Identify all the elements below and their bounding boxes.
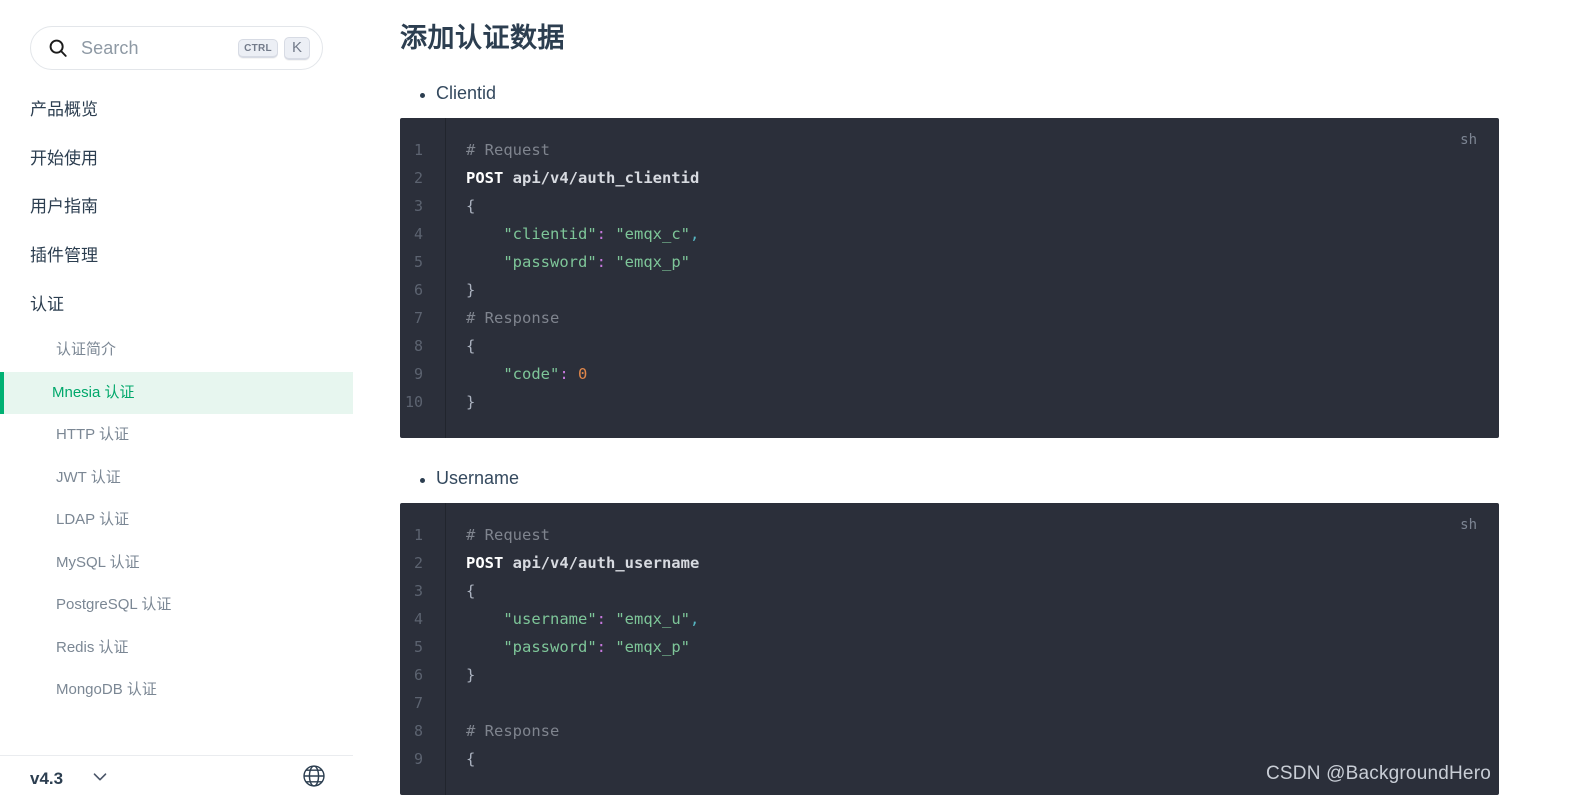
code-line: 10} — [400, 388, 1499, 416]
kbd-ctrl: CTRL — [238, 38, 278, 58]
code-line-content: { — [466, 197, 476, 215]
code-line-content: # Response — [466, 309, 560, 327]
search-placeholder-label: Search — [81, 37, 139, 58]
sidebar-item-authentication[interactable]: 认证 — [0, 281, 353, 330]
section-bullet-username: Username — [400, 468, 1570, 489]
line-number: 5 — [413, 253, 423, 271]
search-input[interactable]: Search CTRL K — [30, 26, 323, 70]
documentation-page: Search CTRL K 产品概览 开始使用 用户指南 插件管理 认证 认证简… — [0, 0, 1570, 801]
code-line: 6} — [400, 276, 1499, 304]
line-number: 8 — [413, 722, 423, 740]
code-line-content: "code": 0 — [503, 365, 588, 383]
line-number: 7 — [413, 309, 423, 327]
sidebar-footer: v4.3 — [0, 755, 353, 801]
sidebar-subitem-http-auth[interactable]: HTTP 认证 — [0, 414, 353, 457]
code-line: 1 # Request — [400, 521, 1499, 549]
code-line-content: POST api/v4/auth_clientid — [466, 169, 700, 187]
code-line-content: "password": "emqx_p" — [503, 638, 690, 656]
code-line-content: { — [466, 582, 476, 600]
sidebar-subitem-auth-intro[interactable]: 认证简介 — [0, 329, 353, 372]
line-number: 9 — [413, 750, 423, 768]
line-number: 3 — [413, 197, 423, 215]
code-line: 3{ — [400, 192, 1499, 220]
code-line: 7 # Response — [400, 304, 1499, 332]
line-number: 4 — [413, 225, 423, 243]
gutter-divider — [445, 503, 446, 795]
code-line: 3{ — [400, 577, 1499, 605]
code-line-content: # Request — [466, 526, 550, 544]
code-lines: 1 # Request 2 POST api/v4/auth_clientid 3{4 … — [400, 136, 1499, 416]
code-line-content: # Response — [466, 722, 560, 740]
code-line: 4 "username": "emqx_u", — [400, 605, 1499, 633]
line-number: 1 — [413, 141, 423, 159]
article-body: 添加认证数据 Clientid sh 1 # Request 2 POST api/v… — [353, 0, 1570, 795]
line-number: 5 — [413, 638, 423, 656]
code-line-content: } — [466, 281, 476, 299]
code-line: 5 "password": "emqx_p" — [400, 248, 1499, 276]
sidebar-subitem-mnesia-auth[interactable]: Mnesia 认证 — [0, 371, 353, 415]
sidebar-item-getting-started[interactable]: 开始使用 — [0, 135, 353, 184]
sidebar-item-plugin-management[interactable]: 插件管理 — [0, 232, 353, 281]
line-number: 3 — [413, 582, 423, 600]
kbd-k: K — [283, 36, 310, 60]
line-number: 7 — [413, 694, 423, 712]
sidebar-subitem-mongodb-auth[interactable]: MongoDB 认证 — [0, 669, 353, 712]
line-number: 2 — [413, 554, 423, 572]
line-number: 6 — [413, 281, 423, 299]
sidebar: Search CTRL K 产品概览 开始使用 用户指南 插件管理 认证 认证简… — [0, 0, 375, 801]
code-line: 8 # Response — [400, 717, 1499, 745]
code-line: 4 "clientid": "emqx_c", — [400, 220, 1499, 248]
code-lines: 1 # Request 2 POST api/v4/auth_username 3{4 … — [400, 521, 1499, 773]
code-language-label: sh — [1460, 132, 1477, 148]
code-line: 2 POST api/v4/auth_clientid — [400, 164, 1499, 192]
search-icon — [47, 37, 69, 59]
line-number: 6 — [413, 666, 423, 684]
code-line: 6} — [400, 661, 1499, 689]
sidebar-nav: 产品概览 开始使用 用户指南 插件管理 认证 认证简介 Mnesia 认证 HT… — [0, 70, 353, 722]
code-line-content: "password": "emqx_p" — [503, 253, 690, 271]
code-language-label: sh — [1460, 517, 1477, 533]
search-shortcut: CTRL K — [238, 36, 310, 60]
sidebar-subitem-jwt-auth[interactable]: JWT 认证 — [0, 457, 353, 500]
code-line-content: { — [466, 337, 476, 355]
code-line: 9 "code": 0 — [400, 360, 1499, 388]
line-number: 2 — [413, 169, 423, 187]
code-line-content: POST api/v4/auth_username — [466, 554, 700, 572]
code-line-content: "clientid": "emqx_c", — [503, 225, 700, 243]
sidebar-item-product-overview[interactable]: 产品概览 — [0, 86, 353, 135]
code-line: 8{ — [400, 332, 1499, 360]
code-line-content: "username": "emqx_u", — [503, 610, 700, 628]
code-line-content: } — [466, 393, 476, 411]
line-number: 4 — [413, 610, 423, 628]
globe-icon[interactable] — [301, 763, 327, 794]
sections-list: Clientid sh 1 # Request 2 POST api/v4/auth_… — [400, 83, 1570, 795]
code-line-content: } — [466, 666, 476, 684]
line-number: 1 — [413, 526, 423, 544]
line-number: 10 — [404, 393, 423, 411]
sidebar-subitem-mysql-auth[interactable]: MySQL 认证 — [0, 542, 353, 585]
sidebar-scroll-area[interactable]: Search CTRL K 产品概览 开始使用 用户指南 插件管理 认证 认证简… — [0, 0, 353, 755]
page-title: 添加认证数据 — [400, 23, 565, 53]
section-bullet-clientid: Clientid — [400, 83, 1570, 104]
sidebar-subitem-ldap-auth[interactable]: LDAP 认证 — [0, 499, 353, 542]
main-content: 添加认证数据 Clientid sh 1 # Request 2 POST api/v… — [353, 0, 1570, 801]
line-number: 8 — [413, 337, 423, 355]
line-number: 9 — [413, 365, 423, 383]
code-block-clientid[interactable]: sh 1 # Request 2 POST api/v4/auth_clientid 3… — [400, 118, 1499, 438]
chevron-down-icon[interactable] — [89, 765, 111, 792]
gutter-divider — [445, 118, 446, 438]
sidebar-item-user-guide[interactable]: 用户指南 — [0, 183, 353, 232]
sidebar-subitem-postgresql-auth[interactable]: PostgreSQL 认证 — [0, 584, 353, 627]
code-line: 2 POST api/v4/auth_username — [400, 549, 1499, 577]
sidebar-subitem-redis-auth[interactable]: Redis 认证 — [0, 627, 353, 670]
watermark: CSDN @BackgroundHero — [1266, 763, 1491, 784]
code-block-username[interactable]: sh 1 # Request 2 POST api/v4/auth_username 3… — [400, 503, 1499, 795]
code-line: 5 "password": "emqx_p" — [400, 633, 1499, 661]
code-line-content: # Request — [466, 141, 550, 159]
code-line: 7 — [400, 689, 1499, 717]
code-line: 1 # Request — [400, 136, 1499, 164]
version-selector-label[interactable]: v4.3 — [30, 769, 63, 789]
search-container: Search CTRL K — [0, 0, 353, 70]
